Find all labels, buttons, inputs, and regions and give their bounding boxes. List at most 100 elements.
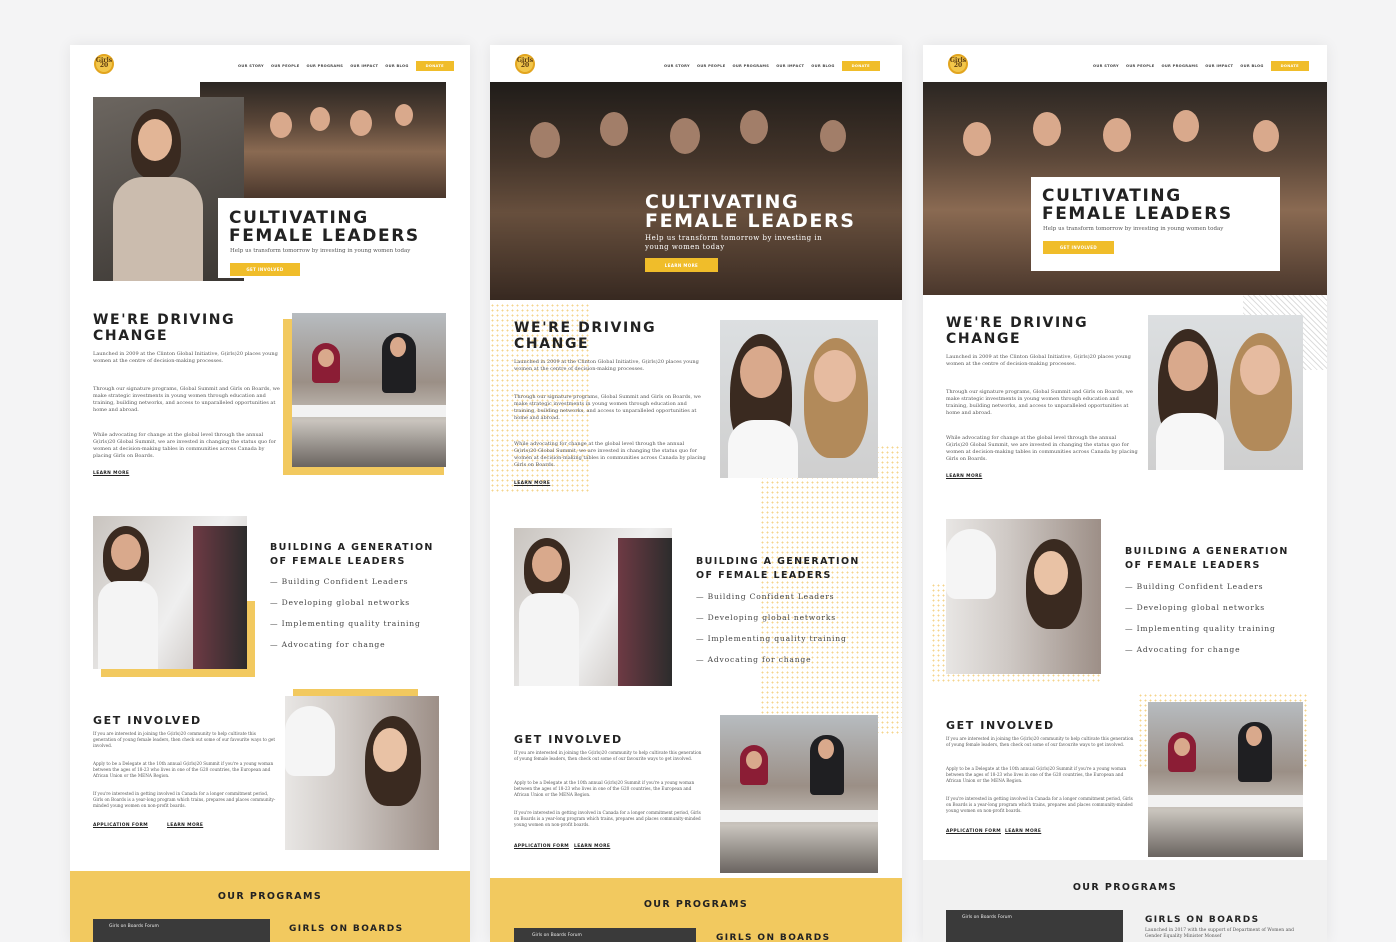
building-title-line1: BUILDING A GENERATION	[1125, 546, 1289, 557]
involved-learn-more-link[interactable]: LEARN MORE	[167, 823, 203, 828]
involved-p3: If you're interested in getting involved…	[514, 810, 701, 827]
involved-learn-more-link[interactable]: LEARN MORE	[1005, 829, 1041, 834]
driving-p3: While advocating for change at the globa…	[946, 435, 1138, 462]
nav-our-programs[interactable]: OUR PROGRAMS	[1161, 64, 1198, 68]
involved-title: GET INVOLVED	[514, 733, 623, 746]
logo[interactable]: Girls 20	[94, 54, 114, 74]
hero-title-line2: FEMALE LEADERS	[229, 226, 420, 246]
building-bullet-list: — Building Confident Leaders — Developin…	[1125, 576, 1276, 660]
nav-our-programs[interactable]: OUR PROGRAMS	[306, 64, 343, 68]
program-video-thumbnail[interactable]: Girls on Boards Forum	[93, 919, 270, 942]
get-involved-button[interactable]: GET INVOLVED	[230, 263, 300, 276]
main-nav: OUR STORY OUR PEOPLE OUR PROGRAMS OUR IM…	[238, 61, 454, 71]
driving-p2: Through our signature programs, Global S…	[946, 389, 1133, 416]
delegates-table-photo	[1148, 702, 1303, 857]
building-title-line2: OF FEMALE LEADERS	[696, 570, 832, 581]
nav-our-impact[interactable]: OUR IMPACT	[1205, 64, 1233, 68]
program-video-thumbnail[interactable]: Girls on Boards Forum	[514, 928, 696, 942]
hero-text-card: CULTIVATING FEMALE LEADERS Help us trans…	[218, 198, 450, 278]
involved-p2: Apply to be a Delegate at the 10th annua…	[514, 780, 695, 797]
list-item: — Advocating for change	[696, 655, 812, 664]
logo[interactable]: Girls 20	[948, 54, 968, 74]
building-title-line1: BUILDING A GENERATION	[696, 556, 860, 567]
hero-subtitle: Help us transform tomorrow by investing …	[230, 248, 411, 254]
nav-our-blog[interactable]: OUR BLOG	[811, 64, 834, 68]
driving-learn-more-link[interactable]: LEARN MORE	[514, 481, 550, 486]
list-item: — Implementing quality training	[696, 634, 847, 643]
driving-p1: Launched in 2009 at the Clinton Global I…	[946, 354, 1131, 367]
driving-p3: While advocating for change at the globa…	[93, 432, 276, 459]
driving-p2: Through our signature programs, Global S…	[93, 386, 280, 413]
donate-button[interactable]: DONATE	[1270, 61, 1309, 71]
list-item: — Developing global networks	[696, 613, 836, 622]
nav-our-impact[interactable]: OUR IMPACT	[776, 64, 804, 68]
nav-our-blog[interactable]: OUR BLOG	[385, 64, 408, 68]
video-title: Girls on Boards Forum	[109, 924, 159, 929]
nav-our-story[interactable]: OUR STORY	[1093, 64, 1119, 68]
mockup-variant-2: Girls 20 OUR STORY OUR PEOPLE OUR PROGRA…	[490, 45, 902, 942]
hero-title-line1: CULTIVATING	[229, 208, 369, 228]
girls-on-boards-photo	[93, 516, 247, 669]
list-item: — Building Confident Leaders	[696, 592, 835, 601]
donate-button[interactable]: DONATE	[841, 61, 880, 71]
list-item: — Developing global networks	[1125, 603, 1265, 612]
involved-p1: If you are interested in joining the G(i…	[514, 750, 702, 761]
delegates-table-photo	[292, 313, 446, 467]
program-item-title: GIRLS ON BOARDS	[1145, 915, 1260, 925]
programs-title: OUR PROGRAMS	[217, 891, 323, 902]
two-women-photo	[720, 320, 878, 478]
program-item-desc: Launched in 2017 with the support of Dep…	[1145, 928, 1295, 939]
learn-more-button[interactable]: LEARN MORE	[645, 258, 718, 272]
nav-our-story[interactable]: OUR STORY	[238, 64, 264, 68]
involved-learn-more-link[interactable]: LEARN MORE	[574, 844, 610, 849]
building-bullet-list: — Building Confident Leaders — Developin…	[270, 571, 421, 655]
video-title: Girls on Boards Forum	[962, 915, 1012, 920]
driving-p1: Launched in 2009 at the Clinton Global I…	[514, 359, 699, 372]
driving-learn-more-link[interactable]: LEARN MORE	[93, 471, 129, 476]
involved-p2: Apply to be a Delegate at the 10th annua…	[946, 766, 1127, 783]
delegates-table-photo	[720, 715, 878, 873]
involved-title: GET INVOLVED	[946, 719, 1055, 732]
driving-p1: Launched in 2009 at the Clinton Global I…	[93, 351, 278, 364]
involved-title: GET INVOLVED	[93, 714, 202, 727]
nav-our-impact[interactable]: OUR IMPACT	[350, 64, 378, 68]
programs-title: OUR PROGRAMS	[643, 899, 749, 910]
list-item: — Building Confident Leaders	[1125, 582, 1264, 591]
building-title-line1: BUILDING A GENERATION	[270, 542, 434, 553]
application-form-link[interactable]: APPLICATION FORM	[946, 829, 1001, 834]
programs-band: OUR PROGRAMS Girls on Boards Forum GIRLS…	[490, 878, 902, 942]
driving-title-line1: WE'RE DRIVING	[946, 315, 1089, 331]
driving-p2: Through our signature programs, Global S…	[514, 394, 701, 421]
involved-p2: Apply to be a Delegate at the 10th annua…	[93, 761, 274, 778]
application-form-link[interactable]: APPLICATION FORM	[93, 823, 148, 828]
program-video-thumbnail[interactable]: Girls on Boards Forum	[946, 910, 1123, 942]
involved-p1: If you are interested in joining the G(i…	[946, 736, 1134, 747]
driving-title-line2: CHANGE	[514, 336, 590, 352]
nav-our-story[interactable]: OUR STORY	[664, 64, 690, 68]
list-item: — Developing global networks	[270, 598, 410, 607]
hero-title-line1: CULTIVATING	[1042, 186, 1182, 206]
program-item-title: GIRLS ON BOARDS	[289, 924, 404, 934]
nav-our-people[interactable]: OUR PEOPLE	[271, 64, 300, 68]
conversation-photo	[285, 696, 439, 850]
programs-band: OUR PROGRAMS Girls on Boards Forum GIRLS…	[923, 860, 1327, 942]
conversation-photo	[946, 519, 1101, 674]
donate-button[interactable]: DONATE	[415, 61, 454, 71]
driving-learn-more-link[interactable]: LEARN MORE	[946, 474, 982, 479]
list-item: — Implementing quality training	[270, 619, 421, 628]
get-involved-button[interactable]: GET INVOLVED	[1043, 241, 1114, 254]
logo[interactable]: Girls 20	[515, 54, 535, 74]
main-nav: OUR STORY OUR PEOPLE OUR PROGRAMS OUR IM…	[664, 61, 880, 71]
programs-band: OUR PROGRAMS Girls on Boards Forum GIRLS…	[70, 871, 470, 942]
involved-p3: If you're interested in getting involved…	[946, 796, 1133, 813]
nav-our-people[interactable]: OUR PEOPLE	[697, 64, 726, 68]
nav-our-people[interactable]: OUR PEOPLE	[1126, 64, 1155, 68]
nav-our-programs[interactable]: OUR PROGRAMS	[732, 64, 769, 68]
building-title-line2: OF FEMALE LEADERS	[1125, 560, 1261, 571]
driving-p3: While advocating for change at the globa…	[514, 441, 706, 468]
nav-our-blog[interactable]: OUR BLOG	[1240, 64, 1263, 68]
hero-text-card: CULTIVATING FEMALE LEADERS Help us trans…	[1031, 177, 1280, 271]
application-form-link[interactable]: APPLICATION FORM	[514, 844, 569, 849]
mockup-variant-1: Girls 20 OUR STORY OUR PEOPLE OUR PROGRA…	[70, 45, 470, 942]
list-item: — Advocating for change	[1125, 645, 1241, 654]
